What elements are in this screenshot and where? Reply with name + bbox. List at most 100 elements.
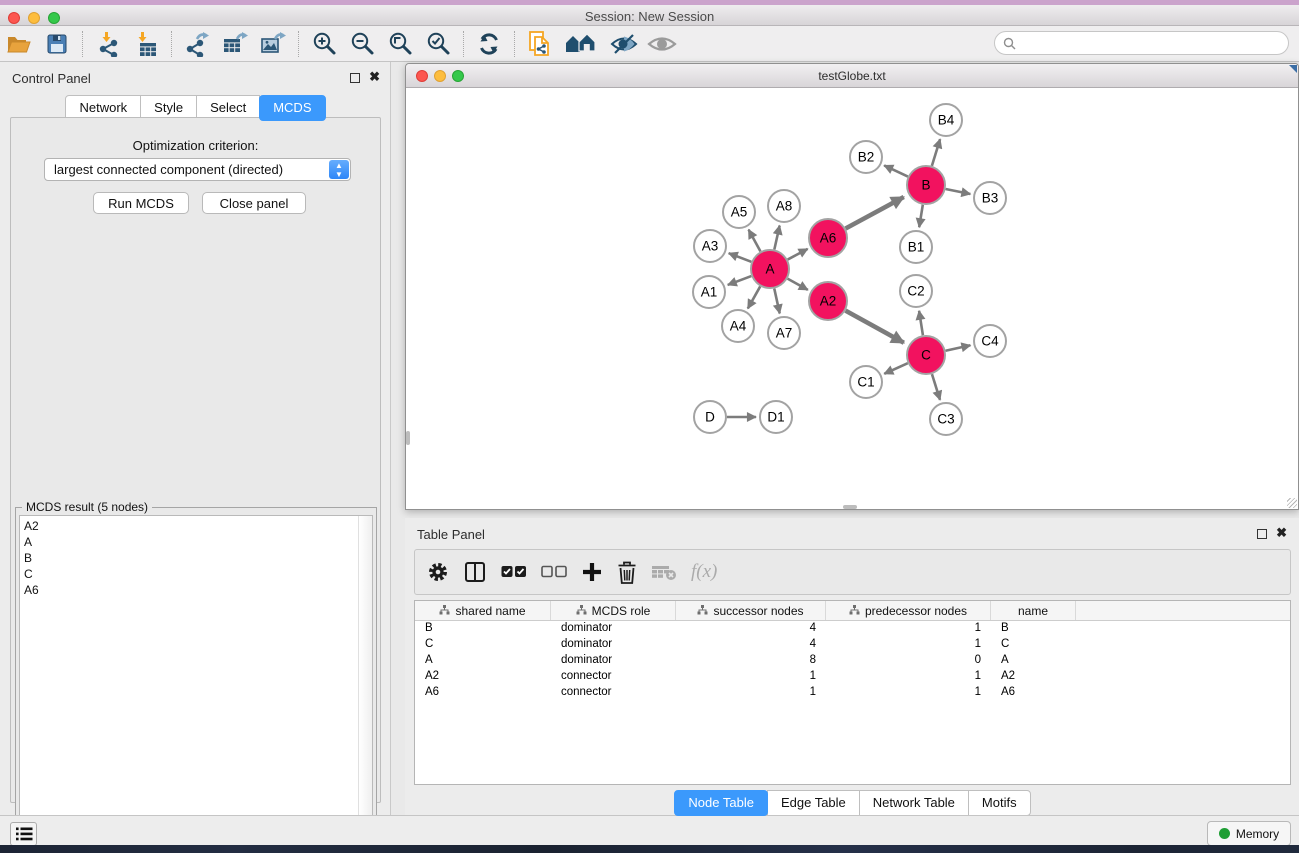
cell-name[interactable]: C [991,637,1076,653]
node-table[interactable]: shared nameMCDS rolesuccessor nodesprede… [414,600,1291,785]
node-A2[interactable]: A2 [809,282,847,320]
edge-B-B1[interactable] [919,205,923,227]
column-header-shared-name[interactable]: shared name [415,601,551,620]
canvas-horizontal-scrollbar[interactable] [843,505,857,509]
edge-C-C1[interactable] [884,363,907,374]
tab-motifs[interactable]: Motifs [968,790,1031,816]
node-B4[interactable]: B4 [930,104,962,136]
edge-A-A1[interactable] [728,276,752,285]
table-row[interactable]: Bdominator41B [415,621,1290,637]
node-D[interactable]: D [694,401,726,433]
result-scrollbar[interactable] [358,516,372,840]
export-table-icon[interactable] [220,30,250,58]
cell-shared-name[interactable]: C [415,637,551,653]
columns-icon[interactable] [463,557,487,587]
close-panel-icon[interactable]: ✖ [1276,525,1287,541]
cell-shared-name[interactable]: B [415,621,551,637]
task-history-button[interactable] [10,822,37,846]
node-A[interactable]: A [751,250,789,288]
criterion-select[interactable]: largest connected component (directed) ▲… [44,158,351,181]
float-panel-icon[interactable] [1257,529,1267,539]
zoom-in-icon[interactable] [309,30,339,58]
cell-predecessor-nodes[interactable]: 0 [826,653,991,669]
cell-mcds-role[interactable]: dominator [551,653,676,669]
column-header-mcds-role[interactable]: MCDS role [551,601,676,620]
cell-shared-name[interactable]: A2 [415,669,551,685]
column-header-successor-nodes[interactable]: successor nodes [676,601,826,620]
edge-A-A5[interactable] [749,230,761,252]
cell-successor-nodes[interactable]: 4 [676,637,826,653]
eye-icon[interactable] [647,30,677,58]
cell-mcds-role[interactable]: dominator [551,637,676,653]
gear-icon[interactable] [427,557,449,587]
result-item[interactable]: A2 [24,518,372,534]
node-A3[interactable]: A3 [694,230,726,262]
cell-name[interactable]: A [991,653,1076,669]
refresh-icon[interactable] [474,30,504,58]
result-item[interactable]: A [24,534,372,550]
cell-mcds-role[interactable]: connector [551,685,676,701]
edge-C-C2[interactable] [919,311,923,335]
node-A5[interactable]: A5 [723,196,755,228]
close-panel-icon[interactable]: ✖ [369,69,380,85]
add-icon[interactable] [581,557,603,587]
node-B3[interactable]: B3 [974,182,1006,214]
deselect-all-icon[interactable] [541,557,567,587]
resize-grip[interactable] [1287,498,1297,508]
edge-B-B4[interactable] [932,139,940,166]
edge-A2-C[interactable] [846,311,904,343]
table-row[interactable]: A2connector11A2 [415,669,1290,685]
column-header-name[interactable]: name [991,601,1076,620]
node-C2[interactable]: C2 [900,275,932,307]
cell-successor-nodes[interactable]: 8 [676,653,826,669]
clone-network-icon[interactable] [525,30,555,58]
canvas-vertical-scrollbar[interactable] [406,431,410,445]
table-row[interactable]: Adominator80A [415,653,1290,669]
table-row[interactable]: Cdominator41C [415,637,1290,653]
home-network-icon[interactable] [563,30,601,58]
edge-C-C3[interactable] [932,374,940,400]
close-panel-button[interactable]: Close panel [202,192,306,214]
cell-successor-nodes[interactable]: 1 [676,669,826,685]
run-mcds-button[interactable]: Run MCDS [93,192,189,214]
network-graph[interactable]: AA1A2A3A4A5A6A7A8BB1B2B3B4CC1C2C3C4DD1 [406,88,1298,509]
cell-shared-name[interactable]: A [415,653,551,669]
node-A4[interactable]: A4 [722,310,754,342]
tab-mcds[interactable]: MCDS [259,95,325,121]
node-C4[interactable]: C4 [974,325,1006,357]
open-folder-icon[interactable] [4,30,34,58]
tab-node-table[interactable]: Node Table [674,790,768,816]
edge-C-C4[interactable] [946,345,971,350]
edge-B-B2[interactable] [884,165,908,176]
cell-successor-nodes[interactable]: 1 [676,685,826,701]
node-C[interactable]: C [907,336,945,374]
tab-network-table[interactable]: Network Table [859,790,969,816]
search-input[interactable] [1021,36,1271,50]
cell-name[interactable]: A6 [991,685,1076,701]
cell-successor-nodes[interactable]: 4 [676,621,826,637]
save-icon[interactable] [42,30,72,58]
table-row[interactable]: A6connector11A6 [415,685,1290,701]
edge-A-A8[interactable] [774,226,779,250]
import-table-icon[interactable] [131,30,161,58]
node-C3[interactable]: C3 [930,403,962,435]
mcds-result-list[interactable]: A2ABCA6 [19,515,373,841]
edge-A-A3[interactable] [729,253,752,262]
edge-B-B3[interactable] [946,189,971,194]
column-header-predecessor-nodes[interactable]: predecessor nodes [826,601,991,620]
cell-name[interactable]: A2 [991,669,1076,685]
node-B1[interactable]: B1 [900,231,932,263]
cell-predecessor-nodes[interactable]: 1 [826,621,991,637]
network-canvas[interactable]: AA1A2A3A4A5A6A7A8BB1B2B3B4CC1C2C3C4DD1 [406,88,1298,509]
cell-predecessor-nodes[interactable]: 1 [826,685,991,701]
import-network-icon[interactable] [93,30,123,58]
tab-edge-table[interactable]: Edge Table [767,790,860,816]
node-B2[interactable]: B2 [850,141,882,173]
node-B[interactable]: B [907,166,945,204]
edge-A-A2[interactable] [788,279,808,290]
result-item[interactable]: A6 [24,582,372,598]
edge-A6-B[interactable] [846,197,904,228]
zoom-out-icon[interactable] [347,30,377,58]
node-A1[interactable]: A1 [693,276,725,308]
edge-A-A6[interactable] [788,249,808,260]
